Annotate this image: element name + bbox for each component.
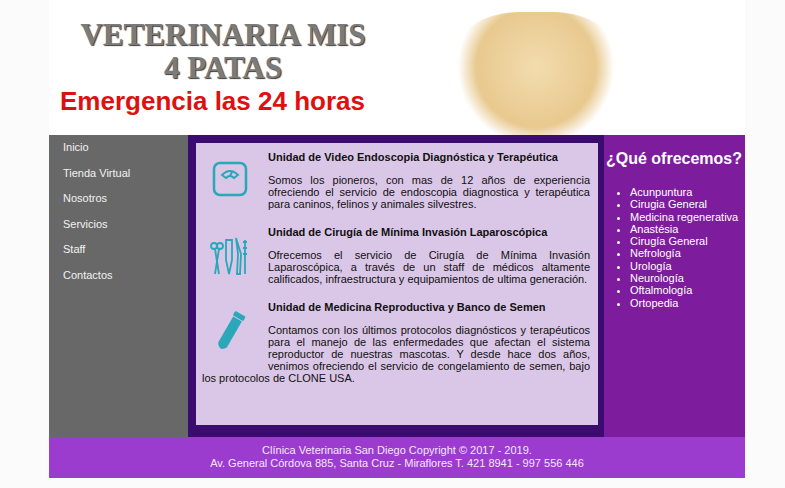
service-text: Ofrecemos el servicio de Cirugía de Míni…	[202, 249, 590, 285]
main: InicioTienda VirtualNosotrosServiciosSta…	[49, 135, 745, 437]
offers-panel: ¿Qué ofrecemos? AcunpunturaCirugia Genera…	[604, 135, 745, 437]
offer-item: Anastésia	[630, 223, 745, 235]
site-title: VETERINARIA MIS4 PATAS	[53, 18, 393, 84]
sidebar-item[interactable]: Inicio	[49, 141, 188, 167]
offer-item: Neurología	[630, 272, 745, 284]
offer-item: Cirugía General	[630, 235, 745, 247]
service-item: Unidad de Cirugía de Mínima Invasión Lap…	[202, 226, 590, 285]
service-title: Unidad de Medicina Reproductiva y Banco …	[202, 301, 590, 314]
offers-list: AcunpunturaCirugia GeneralMedicina regen…	[606, 186, 745, 309]
services-panel: Unidad de Video Endoscopia Diagnóstica y…	[188, 135, 604, 437]
brand: VETERINARIA MIS4 PATASEmergencia las 24 …	[49, 0, 409, 135]
page: VETERINARIA MIS4 PATASEmergencia las 24 …	[0, 0, 785, 488]
test-tube-icon	[210, 309, 250, 355]
scale-icon	[210, 159, 250, 199]
offer-item: Acunpuntura	[630, 186, 745, 198]
surgical-instruments-icon	[208, 234, 252, 278]
footer: Clínica Veterinaria San Diego Copyright …	[49, 437, 745, 478]
offer-item: Urología	[630, 260, 745, 272]
service-icon	[202, 159, 258, 207]
offer-item: Medicina regenerativa	[630, 211, 745, 223]
offer-item: Cirugia General	[630, 198, 745, 210]
service-item: Unidad de Video Endoscopia Diagnóstica y…	[202, 151, 590, 210]
offers-title: ¿Qué ofrecemos?	[606, 149, 745, 168]
sidebar-item[interactable]: Servicios	[49, 218, 188, 244]
service-title: Unidad de Video Endoscopia Diagnóstica y…	[202, 151, 590, 164]
service-icon	[202, 309, 258, 369]
sidebar-item[interactable]: Nosotros	[49, 192, 188, 218]
tagline: Emergencia las 24 horas	[60, 86, 409, 117]
dog-photo	[451, 12, 621, 135]
services-box: Unidad de Video Endoscopia Diagnóstica y…	[196, 143, 598, 425]
offer-item: Oftalmología	[630, 284, 745, 296]
service-text: Somos los pioneros, con mas de 12 años d…	[202, 174, 590, 210]
sidebar-item[interactable]: Tienda Virtual	[49, 167, 188, 193]
site: VETERINARIA MIS4 PATASEmergencia las 24 …	[49, 0, 745, 478]
service-item: Unidad de Medicina Reproductiva y Banco …	[202, 301, 590, 384]
offer-item: Nefrología	[630, 247, 745, 259]
offer-item: Ortopedia	[630, 297, 745, 309]
sidebar: InicioTienda VirtualNosotrosServiciosSta…	[49, 135, 188, 437]
service-title: Unidad de Cirugía de Mínima Invasión Lap…	[202, 226, 590, 239]
sidebar-item[interactable]: Contactos	[49, 269, 188, 295]
service-text: Contamos con los últimos protocolos diag…	[202, 324, 590, 384]
sidebar-item[interactable]: Staff	[49, 243, 188, 269]
header: VETERINARIA MIS4 PATASEmergencia las 24 …	[49, 0, 745, 135]
service-icon	[202, 234, 258, 282]
